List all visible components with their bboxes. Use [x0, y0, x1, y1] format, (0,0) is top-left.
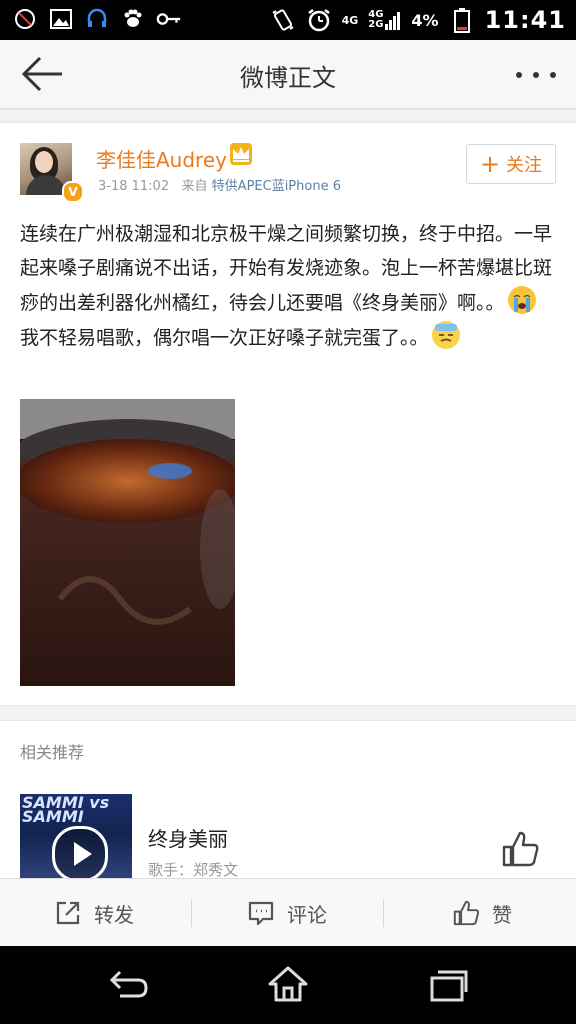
battery-percent: 4% — [411, 10, 439, 30]
vibrate-icon — [270, 7, 296, 33]
repost-label: 转发 — [94, 902, 134, 927]
recommend-header: 相关推荐 — [0, 720, 576, 780]
dot-icon — [550, 72, 556, 78]
nav-recent-apps-button[interactable] — [426, 964, 470, 1004]
source-prefix: 来自 — [181, 179, 208, 194]
status-bar: 4G 4G 2G 4% 11:41 — [0, 0, 576, 40]
song-title[interactable]: 终身美丽 — [148, 823, 228, 852]
thumbnail-text: SAMMI vs SAMMI — [22, 794, 110, 826]
thumbs-up-icon[interactable] — [500, 829, 540, 869]
separator — [383, 899, 384, 927]
post-text: 连续在广州极潮湿和北京极干燥之间频繁切换，终于中招。一早起来嗓子剧痛说不出话，开… — [20, 217, 556, 355]
post-card: V 李佳佳Audrey 3-18 11:02 来自 特供APEC蓝iPhone … — [0, 122, 576, 706]
battery-icon — [449, 7, 475, 33]
nav-back-button[interactable] — [106, 964, 150, 1004]
clock: 11:41 — [484, 6, 566, 34]
dot-icon — [533, 72, 539, 78]
more-options-button[interactable] — [516, 60, 556, 90]
comment-icon — [248, 901, 274, 926]
post-image[interactable] — [20, 399, 235, 686]
separator — [191, 899, 192, 927]
notification-icons — [12, 6, 182, 32]
like-label: 赞 — [492, 902, 512, 927]
dot-icon — [516, 72, 522, 78]
no-disturb-icon — [12, 6, 38, 32]
comment-label: 评论 — [287, 902, 327, 927]
crying-emoji-icon — [507, 285, 537, 315]
song-thumbnail[interactable]: SAMMI vs SAMMI — [20, 794, 132, 879]
song-artist: 歌手：郑秀文 — [148, 861, 239, 879]
headset-icon — [84, 6, 110, 32]
crown-icon — [230, 143, 252, 165]
post-text-part1: 连续在广州极潮湿和北京极干燥之间频繁切换，终于中招。一早起来嗓子剧痛说不出话，开… — [20, 223, 553, 314]
plus-icon: + — [479, 150, 501, 178]
username[interactable]: 李佳佳Audrey — [96, 144, 227, 173]
network-type-label: 4G — [341, 13, 359, 27]
action-bar: 转发 评论 赞 — [0, 878, 576, 947]
network2-label: 4G 2G — [368, 9, 384, 30]
recommend-item[interactable]: SAMMI vs SAMMI 终身美丽 歌手：郑秀文 — [0, 779, 576, 879]
dual-signal: 4G 2G — [368, 10, 401, 30]
post-meta: 3-18 11:02 来自 特供APEC蓝iPhone 6 — [98, 175, 341, 194]
signal-icon — [385, 12, 401, 30]
play-icon[interactable] — [52, 826, 108, 879]
sweat-emoji-icon — [431, 320, 461, 350]
recommend-title: 相关推荐 — [20, 743, 85, 762]
source-link[interactable]: 特供APEC蓝iPhone 6 — [212, 179, 341, 194]
thumbs-up-icon — [453, 900, 480, 926]
alarm-icon — [306, 7, 332, 33]
nav-bar — [0, 946, 576, 1024]
back-icon — [109, 970, 148, 998]
follow-label: 关注 — [506, 155, 543, 176]
title-bar: 微博正文 — [0, 40, 576, 110]
recent-apps-icon — [430, 970, 468, 1002]
nav-home-button[interactable] — [266, 964, 310, 1004]
image-icon — [48, 6, 74, 32]
post-time: 3-18 11:02 — [98, 179, 170, 194]
post-text-part2: 我不轻易唱歌，偶尔唱一次正好嗓子就完蛋了。。 — [20, 327, 429, 349]
home-icon — [268, 966, 308, 1002]
follow-button[interactable]: + 关注 — [466, 144, 556, 184]
system-indicators: 4G 4G 2G 4% 11:41 — [270, 4, 566, 36]
share-icon — [56, 901, 80, 925]
verified-badge-icon: V — [62, 181, 84, 203]
page-title: 微博正文 — [240, 64, 336, 92]
key-icon — [156, 6, 182, 32]
paw-icon — [120, 6, 146, 32]
repost-button[interactable]: 转发 — [54, 879, 134, 947]
like-button[interactable]: 赞 — [452, 879, 512, 947]
comment-button[interactable]: 评论 — [247, 879, 327, 947]
